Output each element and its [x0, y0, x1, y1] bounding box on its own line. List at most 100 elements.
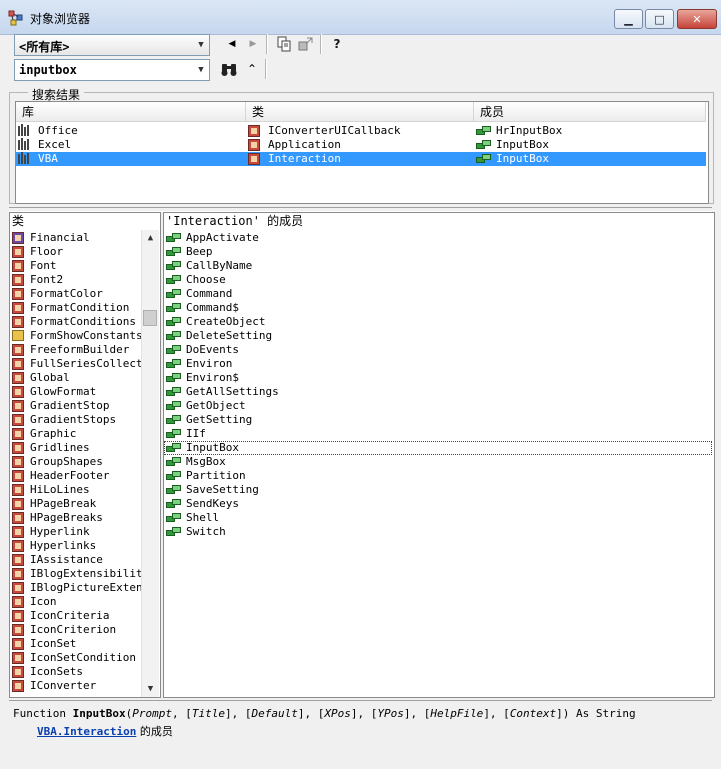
method-icon	[166, 373, 182, 383]
library-select[interactable]: <所有库> ▼	[14, 34, 210, 56]
class-list-item[interactable]: IBlogExtensibility	[10, 567, 142, 581]
forward-button[interactable]: ▶	[243, 34, 263, 54]
library-link[interactable]: VBA	[37, 725, 57, 738]
copy-button[interactable]	[274, 34, 294, 54]
class-list-item[interactable]: Graphic	[10, 427, 142, 441]
member-list-item[interactable]: AppActivate	[164, 231, 712, 245]
column-header-member[interactable]: 成员	[474, 102, 706, 122]
member-list-item[interactable]: DoEvents	[164, 343, 712, 357]
view-definition-button[interactable]	[296, 34, 316, 54]
library-icon	[18, 124, 32, 136]
member-list-item[interactable]: GetSetting	[164, 413, 712, 427]
class-list-item[interactable]: IConverter	[10, 679, 142, 693]
member-list-item[interactable]: SendKeys	[164, 497, 712, 511]
minimize-button[interactable]: ▁	[614, 9, 643, 29]
window-title: 对象浏览器	[30, 12, 91, 26]
member-list-item[interactable]: Command$	[164, 301, 712, 315]
class-list-item[interactable]: FormatColor	[10, 287, 142, 301]
column-header-library[interactable]: 库	[16, 102, 246, 122]
member-list-item[interactable]: IIf	[164, 427, 712, 441]
class-link[interactable]: Interaction	[64, 725, 137, 738]
class-list-item[interactable]: FullSeriesCollection	[10, 357, 142, 371]
class-list-item[interactable]: Floor	[10, 245, 142, 259]
class-list-item[interactable]: Hyperlink	[10, 525, 142, 539]
class-list-item[interactable]: FreeformBuilder	[10, 343, 142, 357]
help-button[interactable]: ?	[327, 34, 347, 54]
class-list-item[interactable]: IBlogPictureExtensibility	[10, 581, 142, 595]
item-label: InputBox	[496, 138, 549, 151]
member-list-item[interactable]: Environ	[164, 357, 712, 371]
class-list-item[interactable]: HeaderFooter	[10, 469, 142, 483]
class-list-item[interactable]: Font	[10, 259, 142, 273]
member-list-item[interactable]: Shell	[164, 511, 712, 525]
search-result-row[interactable]: Office IConverterUICallback HrInputBox	[16, 124, 706, 138]
class-list-item[interactable]: IconSetCondition	[10, 651, 142, 665]
class-list-item[interactable]: GradientStop	[10, 399, 142, 413]
class-list-item[interactable]: Hyperlinks	[10, 539, 142, 553]
search-results-list[interactable]: 库 类 成员 Office IConverterUICallback HrInput…	[15, 101, 709, 204]
member-list-item[interactable]: DeleteSetting	[164, 329, 712, 343]
member-list-item[interactable]: Choose	[164, 273, 712, 287]
member-list-item[interactable]: CreateObject	[164, 315, 712, 329]
class-list-item[interactable]: IconCriterion	[10, 623, 142, 637]
scroll-down-icon[interactable]: ▼	[142, 681, 159, 697]
search-button[interactable]	[219, 59, 239, 79]
class-icon	[248, 153, 260, 165]
class-list-item[interactable]: HiLoLines	[10, 483, 142, 497]
member-list-item[interactable]: GetAllSettings	[164, 385, 712, 399]
chevron-down-icon[interactable]: ▼	[193, 35, 209, 55]
class-list-item[interactable]: Gridlines	[10, 441, 142, 455]
search-result-row[interactable]: Excel Application InputBox	[16, 138, 706, 152]
maximize-button[interactable]: □	[645, 9, 674, 29]
member-list-item[interactable]: Environ$	[164, 371, 712, 385]
class-list-item[interactable]: FormatCondition	[10, 301, 142, 315]
item-label: Floor	[30, 245, 64, 258]
class-list-item[interactable]: GlowFormat	[10, 385, 142, 399]
member-list-item[interactable]: MsgBox	[164, 455, 712, 469]
item-label: GradientStops	[30, 413, 117, 426]
item-label: GlowFormat	[30, 385, 97, 398]
class-list-item[interactable]: Font2	[10, 273, 142, 287]
class-list-item[interactable]: HPageBreaks	[10, 511, 142, 525]
class-list-item[interactable]: GradientStops	[10, 413, 142, 427]
class-list-item[interactable]: Financial	[10, 231, 142, 245]
search-result-row[interactable]: VBA Interaction InputBox	[16, 152, 706, 166]
member-list-item[interactable]: Command	[164, 287, 712, 301]
class-list-item[interactable]: Global	[10, 371, 142, 385]
member-list-item[interactable]: GetObject	[164, 399, 712, 413]
details-function-name: InputBox	[72, 707, 126, 720]
class-list-item[interactable]: HPageBreak	[10, 497, 142, 511]
view-definition-icon	[298, 37, 313, 51]
method-icon	[166, 303, 182, 313]
collapse-results-button[interactable]: ⌃	[242, 59, 262, 79]
class-list-item[interactable]: IAssistance	[10, 553, 142, 567]
class-list-scrollbar[interactable]: ▲ ▼	[141, 230, 159, 697]
class-list-item[interactable]: GroupShapes	[10, 455, 142, 469]
member-list-item[interactable]: InputBox	[164, 441, 712, 455]
item-label: Font2	[30, 273, 64, 286]
copy-icon	[277, 36, 291, 52]
class-list-item[interactable]: Icon	[10, 595, 142, 609]
class-list-item[interactable]: IconSet	[10, 637, 142, 651]
class-icon	[12, 638, 24, 650]
member-list-item[interactable]: CallByName	[164, 259, 712, 273]
class-icon	[12, 288, 24, 300]
chevron-down-icon[interactable]: ▼	[193, 60, 209, 80]
scrollbar-thumb[interactable]	[143, 310, 157, 326]
member-list-item[interactable]: SaveSetting	[164, 483, 712, 497]
class-list-item[interactable]: FormShowConstants	[10, 329, 142, 343]
back-button[interactable]: ◀	[222, 34, 242, 54]
member-list-item[interactable]: Partition	[164, 469, 712, 483]
member-list-item[interactable]: Switch	[164, 525, 712, 539]
search-input[interactable]: inputbox ▼	[14, 59, 210, 81]
class-list-item[interactable]: IconCriteria	[10, 609, 142, 623]
class-list-item[interactable]: IconSets	[10, 665, 142, 679]
close-button[interactable]: ✕	[677, 9, 717, 29]
class-list-item[interactable]: FormatConditions	[10, 315, 142, 329]
column-header-class[interactable]: 类	[246, 102, 474, 122]
class-list[interactable]: 类 Financial Floor Font Font2 FormatColor Form…	[9, 212, 161, 698]
item-label: HeaderFooter	[30, 469, 110, 482]
scroll-up-icon[interactable]: ▲	[142, 230, 159, 246]
member-list-item[interactable]: Beep	[164, 245, 712, 259]
member-list[interactable]: 'Interaction' 的成员 AppActivate Beep CallByN…	[163, 212, 715, 698]
